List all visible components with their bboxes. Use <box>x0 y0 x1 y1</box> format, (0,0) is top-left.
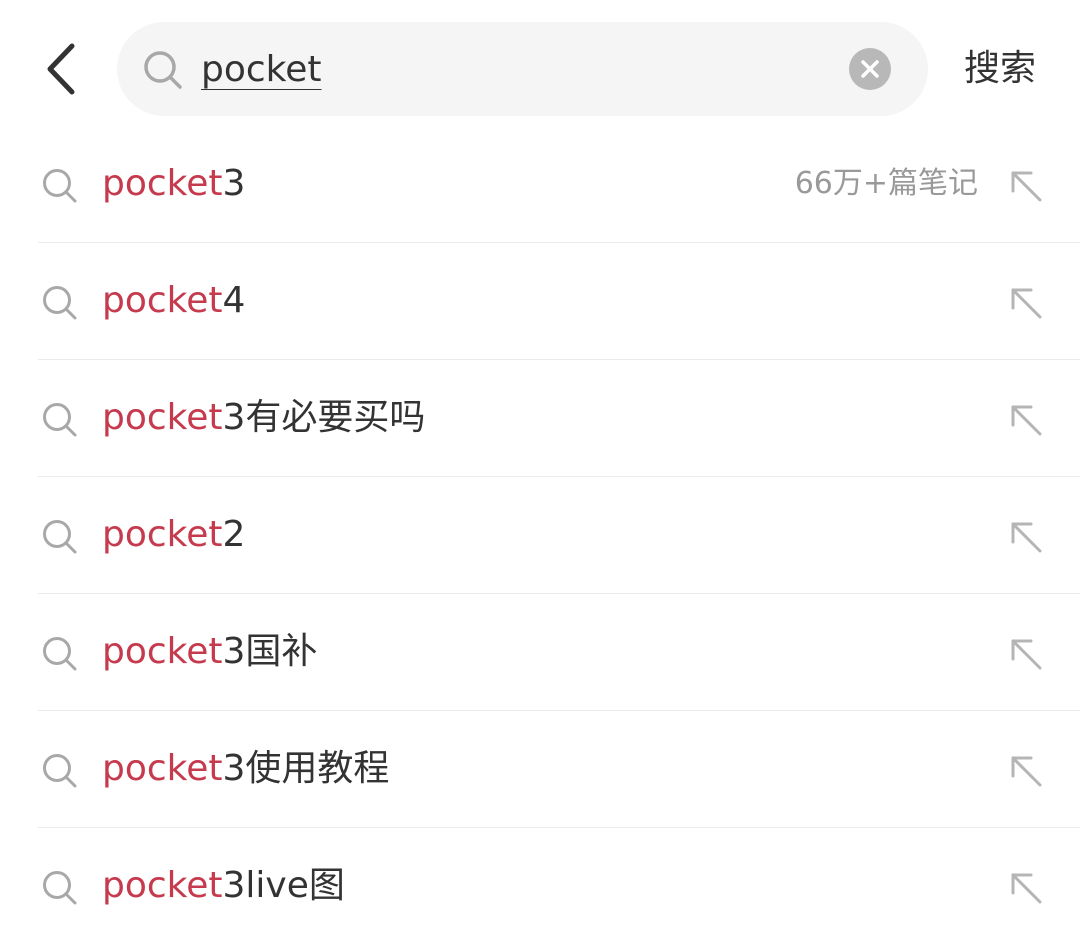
suggestion-rest: 3使用教程 <box>222 748 390 789</box>
suggestion-highlight: pocket <box>102 748 223 789</box>
arrow-up-left-icon[interactable] <box>1004 398 1048 442</box>
arrow-up-left-icon[interactable] <box>1004 866 1048 910</box>
suggestion-item[interactable]: pocket3国补 <box>0 594 1080 711</box>
search-icon <box>43 403 77 437</box>
search-icon <box>43 169 77 203</box>
arrow-up-left-icon[interactable] <box>1004 281 1048 325</box>
search-icon <box>43 754 77 788</box>
suggestion-text: pocket3使用教程 <box>102 741 389 797</box>
search-input[interactable] <box>201 42 841 96</box>
suggestion-rest: 3国补 <box>222 631 318 672</box>
suggestion-highlight: pocket <box>102 397 223 438</box>
search-icon <box>43 286 77 320</box>
suggestion-item[interactable]: pocket3 66万+篇笔记 <box>0 126 1080 243</box>
suggestion-text: pocket3有必要买吗 <box>102 390 425 446</box>
suggestion-item[interactable]: pocket4 <box>0 243 1080 360</box>
suggestion-item[interactable]: pocket3live图 <box>0 828 1080 945</box>
suggestion-item[interactable]: pocket3有必要买吗 <box>0 360 1080 477</box>
note-count: 66万+篇笔记 <box>794 166 978 201</box>
suggestion-highlight: pocket <box>102 514 223 555</box>
top-bar: 搜索 <box>0 0 1080 138</box>
suggestion-rest: 3有必要买吗 <box>222 397 426 438</box>
clear-button[interactable] <box>849 48 891 90</box>
suggestion-item[interactable]: pocket3使用教程 <box>0 711 1080 828</box>
suggestion-text: pocket4 <box>102 273 245 329</box>
suggestion-highlight: pocket <box>102 280 223 321</box>
suggestion-highlight: pocket <box>102 631 223 672</box>
search-box[interactable] <box>117 22 928 116</box>
arrow-up-left-icon[interactable] <box>1004 632 1048 676</box>
suggestion-text: pocket3 <box>102 156 245 212</box>
suggestion-item[interactable]: pocket2 <box>0 477 1080 594</box>
arrow-up-left-icon[interactable] <box>1004 515 1048 559</box>
arrow-up-left-icon[interactable] <box>1004 164 1048 208</box>
chevron-left-icon <box>47 43 75 95</box>
arrow-up-left-icon[interactable] <box>1004 749 1048 793</box>
suggestion-rest: 4 <box>222 280 246 321</box>
search-icon <box>43 871 77 905</box>
suggestion-highlight: pocket <box>102 865 223 906</box>
suggestion-highlight: pocket <box>102 163 223 204</box>
suggestion-list: pocket3 66万+篇笔记 pocket4 pocket3有必要买吗 poc… <box>0 126 1080 945</box>
suggestion-rest: 3live图 <box>222 865 345 906</box>
suggestion-text: pocket3live图 <box>102 858 345 914</box>
suggestion-text: pocket2 <box>102 507 245 563</box>
suggestion-rest: 2 <box>222 514 246 555</box>
suggestion-text: pocket3国补 <box>102 624 317 680</box>
back-button[interactable] <box>30 36 94 102</box>
suggestion-rest: 3 <box>222 163 246 204</box>
clear-x-icon <box>861 60 879 78</box>
search-button[interactable]: 搜索 <box>950 40 1050 98</box>
search-icon <box>43 637 77 671</box>
search-icon <box>144 51 182 89</box>
search-icon <box>43 520 77 554</box>
